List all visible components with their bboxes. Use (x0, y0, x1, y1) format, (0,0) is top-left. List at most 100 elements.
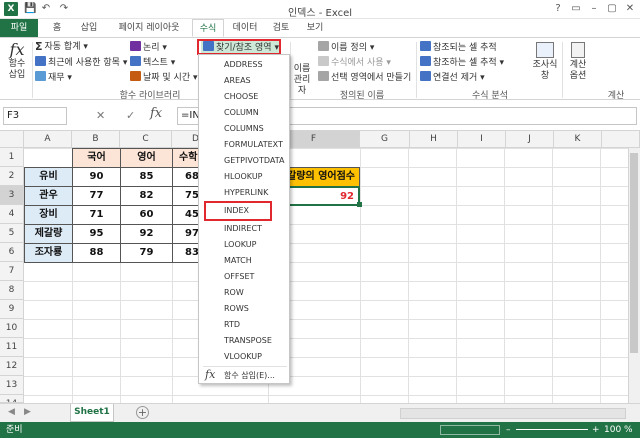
menu-item-choose[interactable]: CHOOSE (224, 91, 258, 103)
menu-item-formulatext[interactable]: FORMULATEXT (224, 139, 283, 151)
row-header[interactable]: 2 (0, 167, 24, 186)
menu-item-lookup[interactable]: LOOKUP (224, 239, 256, 251)
sheet-next-icon[interactable]: ▶ (24, 407, 31, 417)
financial-button[interactable]: 재무 ▾ (35, 71, 72, 84)
row-header[interactable]: 3 (0, 186, 24, 205)
row-header[interactable]: 12 (0, 357, 24, 376)
vertical-scroll-thumb[interactable] (630, 153, 638, 353)
table-cell[interactable]: 90 (72, 167, 121, 187)
row-header[interactable]: 5 (0, 224, 24, 243)
row-header[interactable]: 6 (0, 243, 24, 262)
close-icon[interactable]: ✕ (622, 2, 638, 16)
tab-review[interactable]: 검토 (266, 19, 296, 37)
tab-page-layout[interactable]: 페이지 레이아웃 (108, 19, 190, 37)
row-header[interactable]: 10 (0, 319, 24, 338)
zoom-level[interactable]: 100 % (604, 422, 633, 438)
table-cell[interactable]: 85 (120, 167, 173, 187)
help-icon[interactable]: ? (550, 2, 566, 16)
menu-item-hlookup[interactable]: HLOOKUP (224, 171, 263, 183)
table-row-label[interactable]: 유비 (24, 167, 73, 187)
column-header[interactable]: K (554, 131, 602, 148)
table-cell[interactable]: 71 (72, 205, 121, 225)
table-row-label[interactable]: 제갈량 (24, 224, 73, 244)
column-header[interactable]: H (410, 131, 458, 148)
tab-data[interactable]: 데이터 (228, 19, 262, 37)
name-manager-button[interactable]: 이름 관리자 (290, 64, 314, 97)
tab-insert[interactable]: 삽입 (74, 19, 104, 37)
sheet-prev-icon[interactable]: ◀ (8, 407, 15, 417)
column-header[interactable]: G (360, 131, 410, 148)
table-cell[interactable]: 88 (72, 243, 121, 263)
row-header[interactable]: 11 (0, 338, 24, 357)
row-header[interactable]: 14 (0, 395, 24, 403)
table-row-label[interactable]: 조자룡 (24, 243, 73, 263)
table-row-label[interactable]: 관우 (24, 186, 73, 206)
zoom-in-icon[interactable]: + (592, 422, 600, 438)
insert-function-button[interactable]: fx 함수 삽입 (4, 41, 30, 81)
table-header-cell[interactable]: 영어 (120, 148, 173, 168)
trace-precedents-button[interactable]: 참조되는 셀 추적 (420, 41, 497, 54)
menu-item-vlookup[interactable]: VLOOKUP (224, 351, 262, 363)
recently-used-button[interactable]: 최근에 사용한 항목 ▾ (35, 56, 127, 69)
table-cell[interactable]: 79 (120, 243, 173, 263)
minimize-icon[interactable]: – (586, 2, 602, 16)
column-header[interactable]: I (458, 131, 506, 148)
view-buttons[interactable] (440, 425, 500, 435)
menu-item-rtd[interactable]: RTD (224, 319, 240, 331)
column-header[interactable]: J (506, 131, 554, 148)
remove-arrows-button[interactable]: 연결선 제거 ▾ (420, 71, 485, 84)
date-time-button[interactable]: 날짜 및 시간 ▾ (130, 71, 198, 84)
ribbon-display-icon[interactable]: ▭ (568, 2, 584, 16)
watch-window-button[interactable]: 조사식 창 (530, 42, 560, 82)
row-header[interactable]: 9 (0, 300, 24, 319)
row-header[interactable]: 4 (0, 205, 24, 224)
text-button[interactable]: 텍스트 ▾ (130, 56, 175, 69)
tab-home[interactable]: 홈 (44, 19, 70, 37)
row-header[interactable]: 13 (0, 376, 24, 395)
table-cell[interactable]: 82 (120, 186, 173, 206)
create-from-selection-button[interactable]: 선택 영역에서 만들기 (318, 71, 411, 84)
column-header[interactable] (602, 131, 640, 148)
row-header[interactable]: 7 (0, 262, 24, 281)
tab-view[interactable]: 보기 (300, 19, 330, 37)
column-header[interactable]: A (24, 131, 72, 148)
menu-item-hyperlink[interactable]: HYPERLINK (224, 187, 268, 199)
table-row-label[interactable]: 장비 (24, 205, 73, 225)
table-cell[interactable]: 60 (120, 205, 173, 225)
enter-icon[interactable]: ✓ (126, 109, 135, 122)
zoom-out-icon[interactable]: – (506, 422, 511, 438)
sheet-tab-sheet1[interactable]: Sheet1 (70, 404, 114, 422)
menu-item-match[interactable]: MATCH (224, 255, 252, 267)
menu-item-getpivotdata[interactable]: GETPIVOTDATA (224, 155, 284, 167)
column-header[interactable]: C (120, 131, 172, 148)
menu-item-columns[interactable]: COLUMNS (224, 123, 264, 135)
tab-file[interactable]: 파일 (0, 19, 38, 37)
cancel-icon[interactable]: ✕ (96, 109, 105, 122)
menu-item-insert-function[interactable]: 함수 삽입(E)... (224, 370, 275, 382)
restore-icon[interactable]: ▢ (604, 2, 620, 16)
menu-item-indirect[interactable]: INDIRECT (224, 223, 262, 235)
zoom-slider[interactable] (516, 429, 588, 430)
column-header[interactable]: B (72, 131, 120, 148)
tab-formulas[interactable]: 수식 (192, 19, 224, 37)
table-cell[interactable]: 95 (72, 224, 121, 244)
menu-item-rows[interactable]: ROWS (224, 303, 249, 315)
menu-item-row[interactable]: ROW (224, 287, 244, 299)
menu-item-address[interactable]: ADDRESS (224, 59, 263, 71)
logical-button[interactable]: 논리 ▾ (130, 41, 167, 54)
table-header-cell[interactable]: 국어 (72, 148, 121, 168)
select-all-corner[interactable] (0, 131, 24, 148)
trace-dependents-button[interactable]: 참조하는 셀 추적 ▾ (420, 56, 504, 69)
menu-item-column[interactable]: COLUMN (224, 107, 259, 119)
horizontal-scrollbar[interactable] (400, 408, 626, 419)
row-header[interactable]: 8 (0, 281, 24, 300)
add-sheet-icon[interactable]: + (136, 406, 149, 419)
fill-handle[interactable] (357, 202, 362, 207)
menu-item-offset[interactable]: OFFSET (224, 271, 254, 283)
menu-item-transpose[interactable]: TRANSPOSE (224, 335, 272, 347)
table-cell[interactable]: 92 (120, 224, 173, 244)
menu-item-areas[interactable]: AREAS (224, 75, 251, 87)
table-cell[interactable]: 77 (72, 186, 121, 206)
define-name-button[interactable]: 이름 정의 ▾ (318, 41, 374, 54)
autosum-button[interactable]: Σ 자동 합계 ▾ (35, 41, 88, 53)
